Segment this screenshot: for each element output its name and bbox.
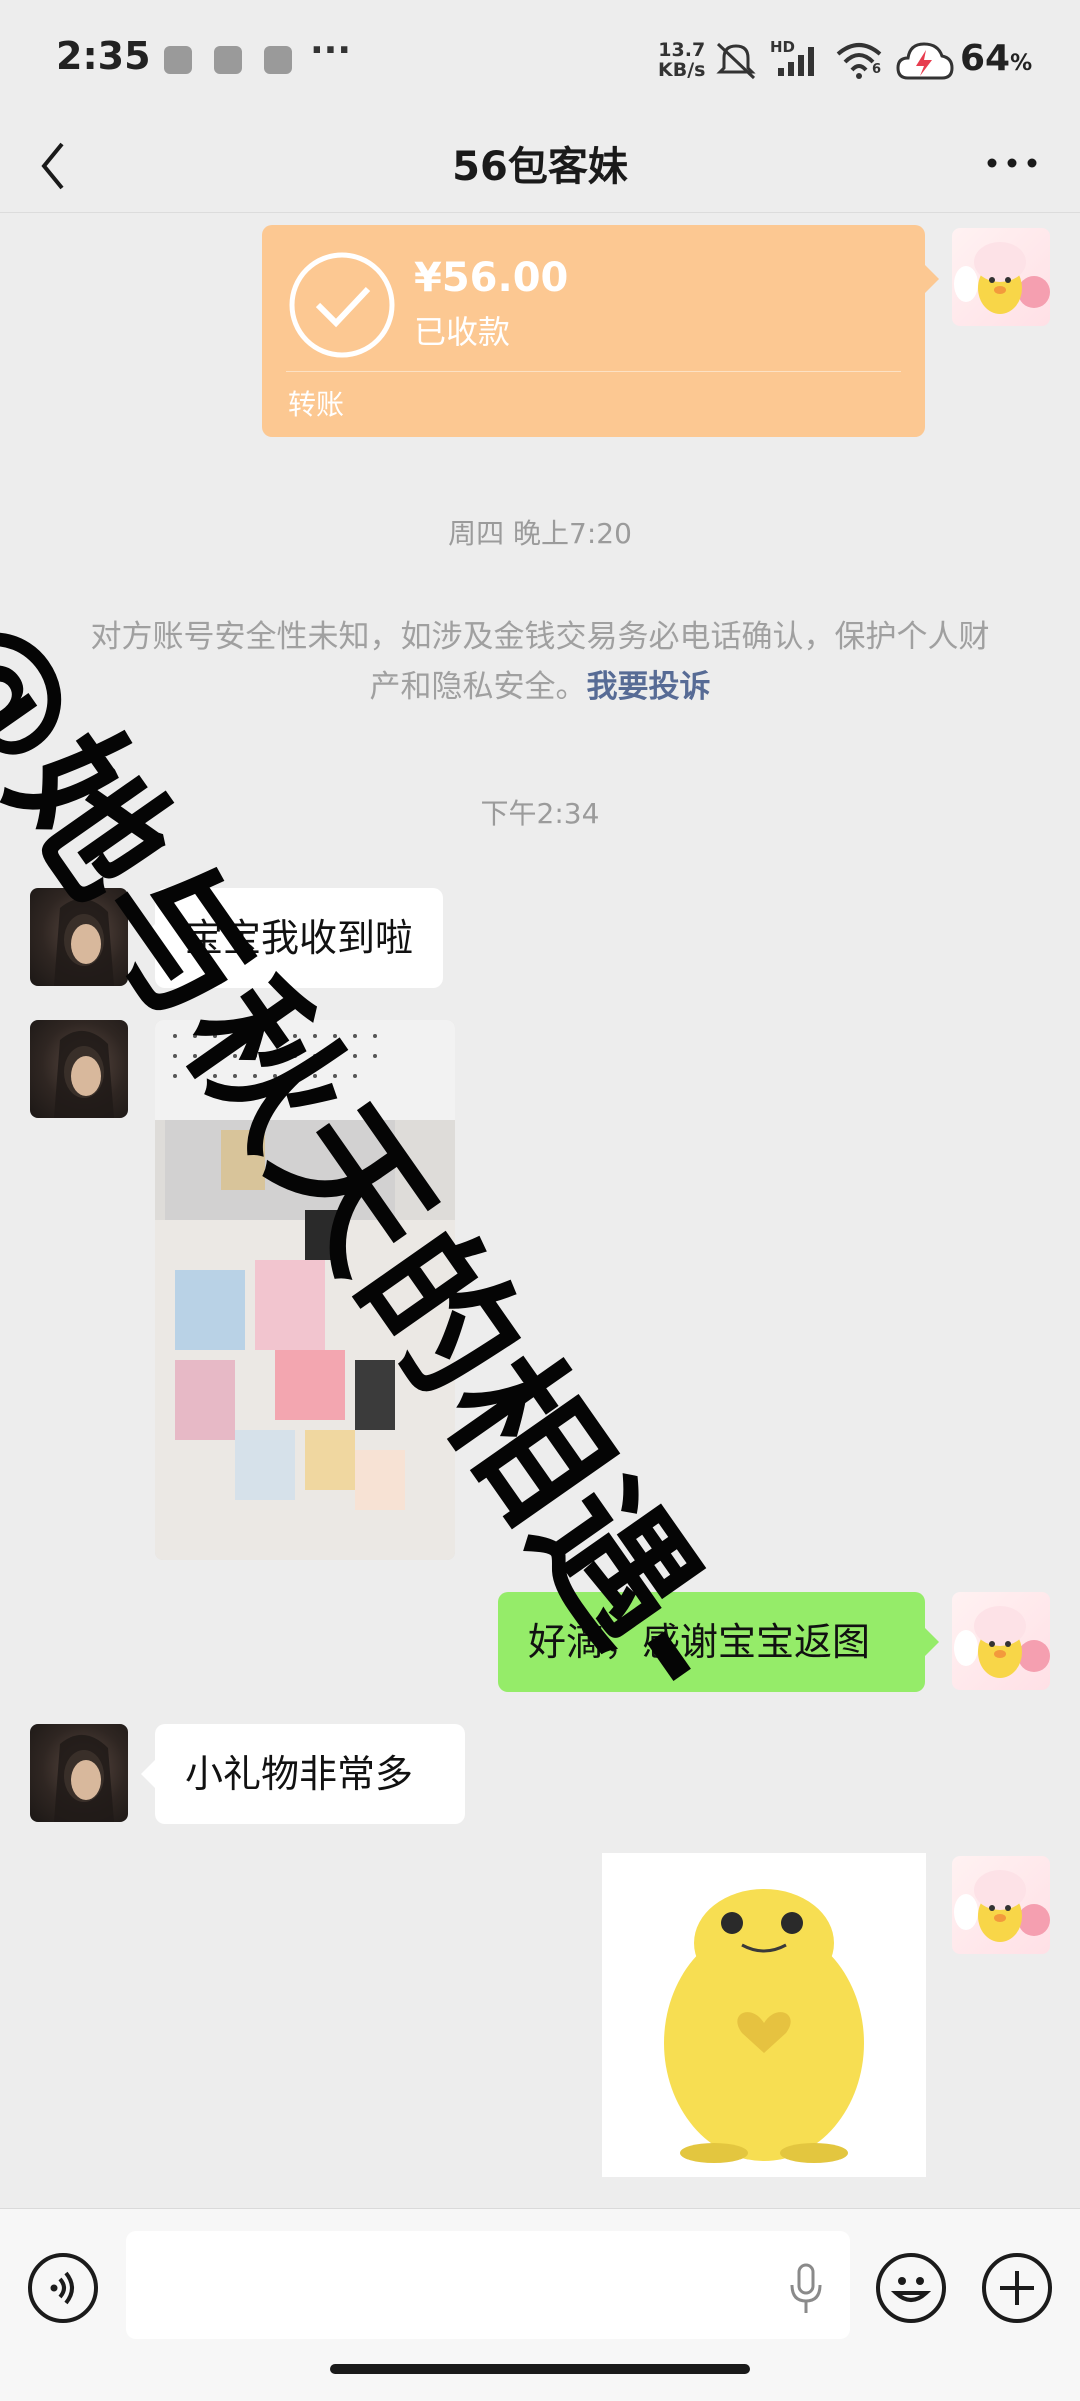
friend-avatar-photo — [54, 1734, 114, 1822]
pig-chick-avatar-icon — [954, 242, 1050, 314]
app-notification-icon — [214, 46, 242, 74]
voice-icon — [50, 2271, 74, 2305]
chat-title: 56包客妹 — [452, 144, 628, 190]
friend-avatar-photo — [54, 1030, 114, 1118]
header-divider — [0, 212, 1080, 213]
report-link[interactable]: 我要投诉 — [587, 669, 711, 705]
more-dots-icon[interactable] — [984, 148, 1040, 178]
avatar[interactable] — [952, 228, 1050, 326]
transfer-status: 已收款 — [414, 313, 511, 351]
status-bar: 2:35 ··· 13.7 KB/s HD 6 64% — [0, 0, 1080, 120]
gallery-notification-icon — [264, 46, 292, 74]
yellow-heart-creature-sticker — [664, 1889, 864, 2163]
network-speed-value: 13.7 — [658, 39, 706, 61]
message-text: 小礼物非常多 — [185, 1752, 414, 1796]
avatar[interactable] — [30, 1724, 128, 1822]
bubble-tail — [925, 1628, 939, 1656]
mic-icon[interactable] — [786, 2261, 826, 2317]
security-notice-text: 对方账号安全性未知，如涉及金钱交易务必电话确认，保护个人财产和隐私安全。 — [90, 619, 990, 705]
mute-icon — [716, 42, 756, 80]
transfer-label: 转账 — [288, 388, 345, 421]
security-notice: 对方账号安全性未知，如涉及金钱交易务必电话确认，保护个人财产和隐私安全。我要投诉 — [80, 612, 1000, 712]
battery-charging-icon — [896, 42, 954, 80]
message-bubble[interactable]: 小礼物非常多 — [141, 1724, 465, 1824]
avatar[interactable] — [952, 1856, 1050, 1954]
transfer-amount: ¥56.00 — [414, 255, 569, 301]
signal-icon — [778, 47, 814, 76]
bubble-tail — [141, 1760, 155, 1788]
plus-icon — [1000, 2271, 1034, 2305]
emoji-icon — [890, 2277, 932, 2302]
battery-percent-unit: % — [1010, 51, 1033, 76]
voice-toggle-button[interactable] — [28, 2253, 98, 2323]
weibo-notification-icon — [164, 46, 192, 74]
wifi-label: 6 — [872, 62, 882, 77]
avatar[interactable] — [30, 1020, 128, 1118]
chat-header: 56包客妹 — [0, 120, 1080, 212]
home-indicator[interactable] — [330, 2364, 750, 2374]
network-speed-unit: KB/s — [658, 59, 706, 81]
emoji-button[interactable] — [876, 2253, 946, 2323]
check-circle-icon — [289, 252, 395, 358]
sticker-message[interactable] — [602, 1853, 926, 2177]
transfer-divider — [286, 371, 901, 372]
avatar[interactable] — [952, 1592, 1050, 1690]
status-time: 2:35 — [56, 34, 151, 78]
watermark-text: @她与秋天的相遇- — [0, 580, 766, 1729]
transfer-card[interactable]: ¥56.00 已收款 转账 — [262, 225, 939, 437]
bubble-tail — [925, 265, 939, 293]
pig-chick-avatar-icon — [954, 1606, 1050, 1678]
battery-percent: 64% — [960, 38, 1032, 79]
pig-chick-avatar-icon — [954, 1870, 1050, 1942]
more-actions-button[interactable] — [982, 2253, 1052, 2323]
message-input[interactable] — [126, 2231, 850, 2339]
network-speed: 13.7 KB/s — [658, 40, 705, 80]
status-more-icon: ··· — [310, 30, 352, 71]
battery-percent-value: 64 — [960, 38, 1011, 79]
timestamp: 周四 晚上7:20 — [448, 517, 632, 550]
